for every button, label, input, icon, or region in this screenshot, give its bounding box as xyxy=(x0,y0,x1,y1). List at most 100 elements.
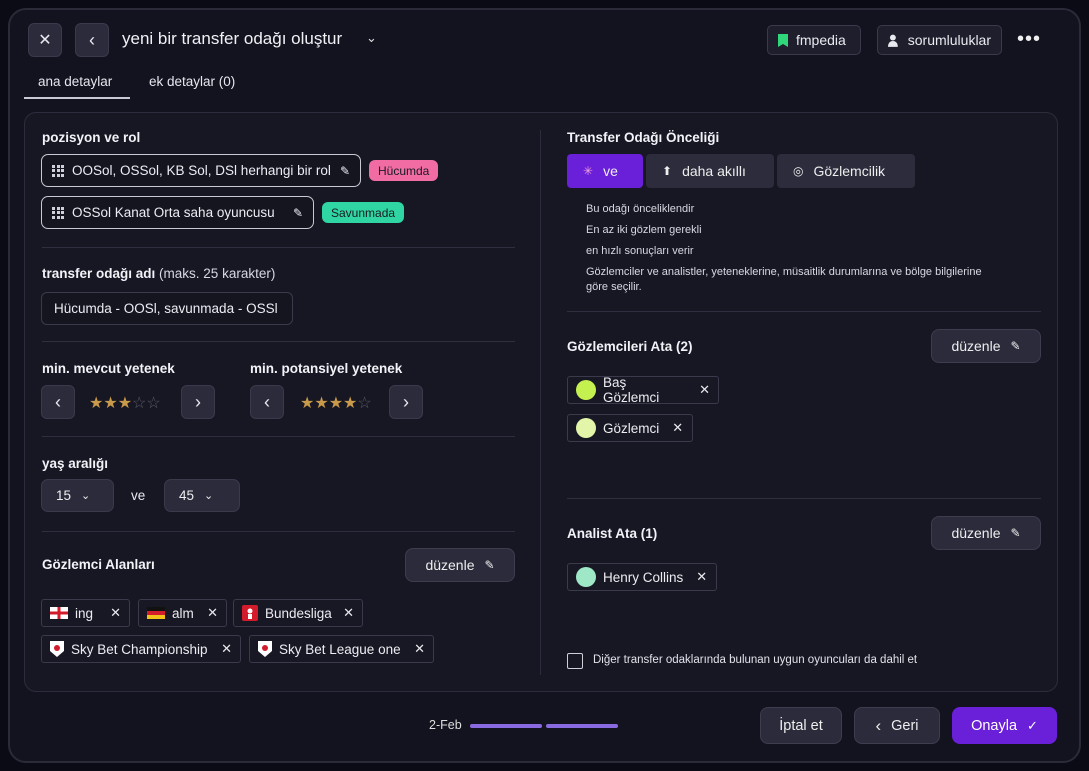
tab-main-details[interactable]: ana detaylar xyxy=(38,74,112,89)
edit-analysts-button[interactable]: düzenle ✎ xyxy=(931,516,1041,550)
formation-grid-icon xyxy=(52,164,64,177)
germany-flag-icon xyxy=(147,607,165,619)
close-button[interactable]: ✕ xyxy=(28,23,62,57)
priority-label: Transfer Odağı Önceliği xyxy=(567,130,720,145)
area-chip: Sky Bet Championship ✕ xyxy=(41,635,241,663)
star-icon: ☆ xyxy=(132,395,147,412)
active-tab-indicator xyxy=(24,97,130,99)
area-label: Sky Bet League one xyxy=(279,641,401,657)
step-indicator: 2-Feb xyxy=(429,718,462,732)
section-divider xyxy=(42,436,515,437)
star-icon: ★ xyxy=(117,395,133,412)
analyst-name: Henry Collins xyxy=(603,569,684,585)
remove-icon[interactable]: ✕ xyxy=(110,605,121,621)
star-icon: ★ xyxy=(328,395,344,412)
scout-chip: Gözlemci ✕ xyxy=(567,414,693,442)
age-from-select[interactable]: 15 ⌄ xyxy=(41,479,114,512)
efl-logo-icon xyxy=(50,641,64,657)
role-text: OSSol Kanat Orta saha oyuncusu xyxy=(72,205,275,220)
remove-icon[interactable]: ✕ xyxy=(343,605,354,621)
star-icon: ★ xyxy=(103,395,118,412)
role-field-attack[interactable]: OOSol, OSSol, KB Sol, DSl herhangi bir r… xyxy=(41,154,361,187)
close-icon: ✕ xyxy=(38,32,52,49)
user-icon xyxy=(888,34,898,47)
pencil-icon[interactable]: ✎ xyxy=(293,206,303,220)
remove-icon[interactable]: ✕ xyxy=(696,569,707,585)
scout-name: Gözlemci xyxy=(603,420,660,436)
chevron-down-icon[interactable]: ⌄ xyxy=(366,30,377,46)
priority-option-scouting[interactable]: ◎ Gözlemcilik xyxy=(777,154,915,188)
star-icon: ☆ xyxy=(146,395,161,412)
pencil-icon: ✎ xyxy=(484,558,495,572)
priority-note: En az iki gözlem gerekli xyxy=(586,224,702,236)
age-and-text: ve xyxy=(131,488,146,503)
bundesliga-logo-icon xyxy=(242,605,258,621)
pencil-icon[interactable]: ✎ xyxy=(340,164,350,178)
area-label: Sky Bet Championship xyxy=(71,641,208,657)
back-button[interactable]: ‹ Geri xyxy=(854,707,940,744)
section-divider xyxy=(42,247,515,248)
current-ability-decrease-button[interactable]: ‹ xyxy=(41,385,75,419)
pencil-icon: ✎ xyxy=(1010,339,1021,353)
min-current-ability-label: min. mevcut yetenek xyxy=(42,361,175,376)
remove-icon[interactable]: ✕ xyxy=(221,641,232,657)
edit-scout-areas-button[interactable]: düzenle ✎ xyxy=(405,548,515,582)
back-label: Geri xyxy=(891,717,919,734)
star-icon: ★ xyxy=(300,395,315,412)
potential-ability-decrease-button[interactable]: ‹ xyxy=(250,385,284,419)
attack-badge: Hücumda xyxy=(369,160,439,181)
include-other-focuses-checkbox[interactable] xyxy=(567,653,583,669)
priority-option-smarter[interactable]: ⬆ daha akıllı xyxy=(646,154,774,188)
back-arrow-button[interactable]: ‹ xyxy=(75,23,109,57)
section-divider xyxy=(567,498,1041,499)
confirm-button[interactable]: Onayla ✓ xyxy=(952,707,1057,744)
pencil-icon: ✎ xyxy=(1010,526,1021,540)
chevron-left-icon: ‹ xyxy=(264,391,270,412)
focus-name-label: transfer odağı adı (maks. 25 karakter) xyxy=(42,266,276,281)
include-other-focuses-label: Diğer transfer odaklarında bulunan uygun… xyxy=(593,654,918,666)
priority-option-and[interactable]: ✳ ve xyxy=(567,154,643,188)
chevron-left-icon: ‹ xyxy=(89,29,95,50)
responsibilities-label: sorumluluklar xyxy=(907,32,991,48)
star-icon: ☆ xyxy=(357,395,372,412)
chevron-down-icon: ⌄ xyxy=(204,490,214,502)
defense-badge: Savunmada xyxy=(322,202,405,223)
chevron-right-icon: › xyxy=(195,391,201,412)
current-ability-increase-button[interactable]: › xyxy=(181,385,215,419)
area-chip: alm ✕ xyxy=(138,599,227,627)
priority-note: göre seçilir. xyxy=(586,281,642,293)
cancel-button[interactable]: İptal et xyxy=(760,707,842,744)
star-icon: ★ xyxy=(89,395,104,412)
edit-scouts-button[interactable]: düzenle ✎ xyxy=(931,329,1041,363)
role-field-defense[interactable]: OSSol Kanat Orta saha oyuncusu ✎ xyxy=(41,196,314,229)
confirm-label: Onayla xyxy=(971,717,1018,734)
priority-note: en hızlı sonuçları verir xyxy=(586,245,694,257)
column-divider xyxy=(540,130,541,675)
remove-icon[interactable]: ✕ xyxy=(672,420,683,436)
england-flag-icon xyxy=(50,607,68,619)
position-role-label: pozisyon ve rol xyxy=(42,130,141,145)
cancel-label: İptal et xyxy=(779,717,823,734)
age-range-label: yaş aralığı xyxy=(42,456,109,471)
fmpedia-button[interactable]: fmpedia xyxy=(767,25,861,55)
remove-icon[interactable]: ✕ xyxy=(207,605,218,621)
remove-icon[interactable]: ✕ xyxy=(699,382,710,398)
scan-icon: ◎ xyxy=(793,164,804,178)
efl-logo-icon xyxy=(258,641,272,657)
more-options-icon[interactable]: ••• xyxy=(1017,28,1041,51)
age-to-select[interactable]: 45 ⌄ xyxy=(164,479,240,512)
edit-label: düzenle xyxy=(951,338,1001,354)
star-icon: ★ xyxy=(343,395,358,412)
potential-ability-stars: ★★★★☆ xyxy=(300,393,372,413)
chevron-left-icon: ‹ xyxy=(875,715,882,735)
potential-ability-increase-button[interactable]: › xyxy=(389,385,423,419)
responsibilities-button[interactable]: sorumluluklar xyxy=(877,25,1002,55)
remove-icon[interactable]: ✕ xyxy=(414,641,425,657)
sparkle-icon: ✳ xyxy=(583,164,594,178)
tab-extra-details[interactable]: ek detaylar (0) xyxy=(149,74,235,89)
priority-option-label: Gözlemcilik xyxy=(813,163,886,179)
section-divider xyxy=(42,341,515,342)
chevron-left-icon: ‹ xyxy=(55,391,61,412)
priority-option-label: ve xyxy=(603,163,618,179)
focus-name-input[interactable]: Hücumda - OOSl, savunmada - OSSl xyxy=(41,292,293,325)
